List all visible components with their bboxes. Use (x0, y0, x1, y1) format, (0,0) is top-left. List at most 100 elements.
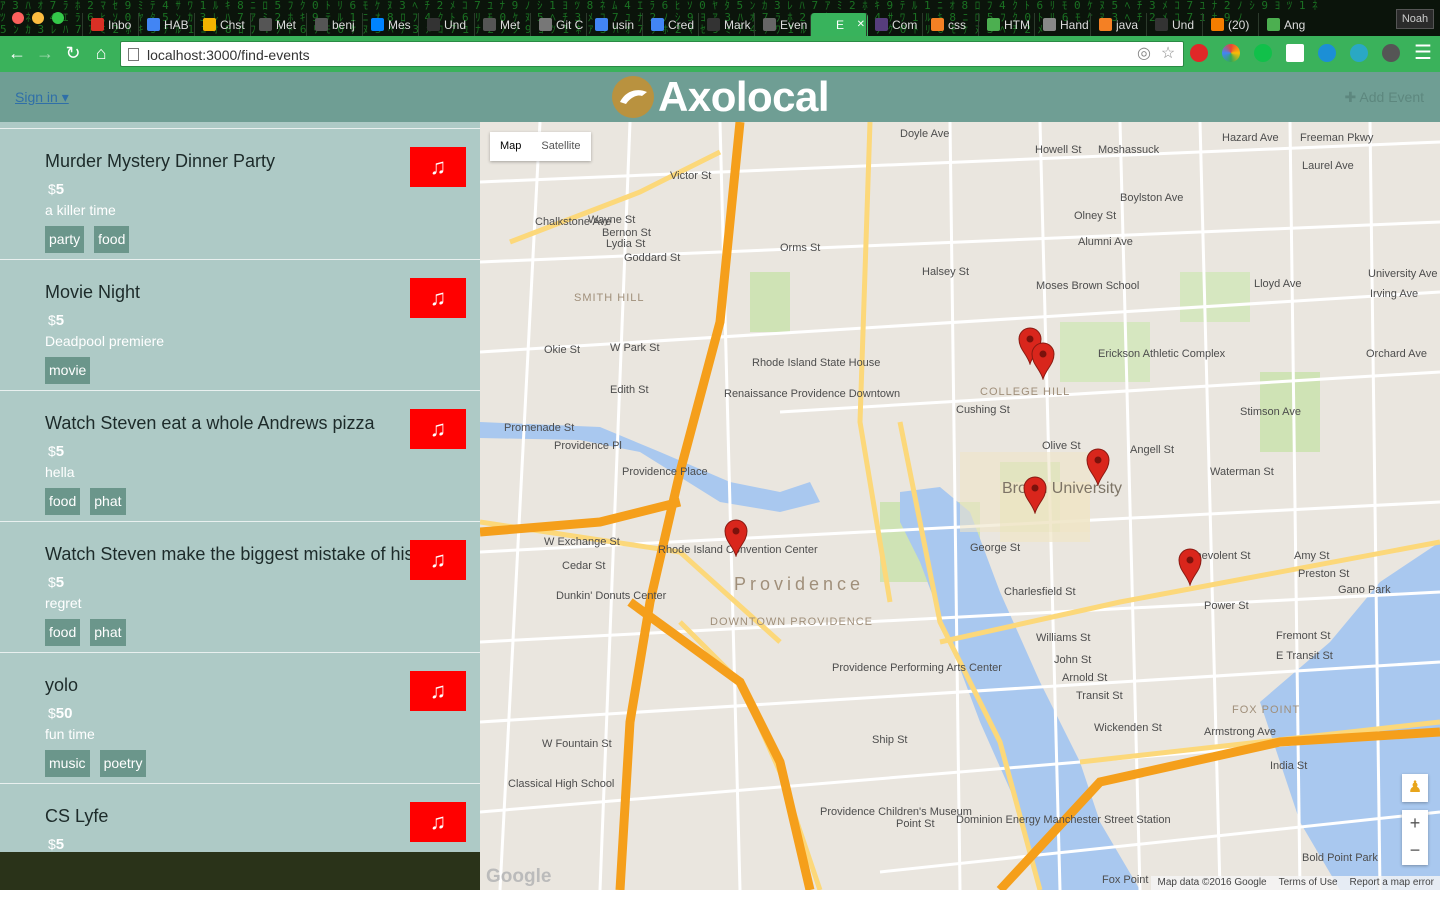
map-marker[interactable] (1023, 476, 1047, 514)
home-icon[interactable]: ⌂ (90, 42, 112, 64)
event-music-button[interactable]: ♫ (410, 540, 466, 580)
reload-icon[interactable]: ↻ (62, 42, 84, 64)
browser-tab[interactable]: Und (1146, 13, 1204, 36)
zoom-in-button[interactable]: + (1402, 810, 1428, 837)
event-card[interactable]: CS Lyfe ♫ $5 (0, 783, 480, 852)
tab-title: benj (332, 17, 355, 32)
sign-in-dropdown[interactable]: Sign in ▾ (15, 89, 69, 106)
event-tag[interactable]: movie (45, 357, 91, 384)
terms-of-use-link[interactable]: Terms of Use (1273, 876, 1344, 890)
event-tag[interactable]: food (45, 488, 81, 515)
browser-tab[interactable]: Mark (698, 13, 756, 36)
report-map-error-link[interactable]: Report a map error (1344, 876, 1440, 890)
event-music-button[interactable]: ♫ (410, 802, 466, 842)
map-label: Lydia St (606, 238, 646, 250)
address-bar[interactable]: localhost:3000/find-events ◎ ☆ (120, 41, 1184, 67)
browser-tab[interactable]: Met (474, 13, 532, 36)
browser-tab[interactable]: Chst (194, 13, 252, 36)
browser-tab[interactable]: Com (866, 13, 924, 36)
event-tag[interactable]: party (45, 226, 85, 253)
location-target-icon[interactable]: ◎ (1135, 45, 1153, 63)
browser-tab[interactable]: E ✕ (810, 13, 868, 36)
browser-tab[interactable]: Inbo (82, 13, 140, 36)
browser-tab[interactable]: HTM (978, 13, 1036, 36)
browser-tab[interactable]: Mes (362, 13, 420, 36)
event-tag[interactable]: poetry (99, 750, 147, 777)
event-tag[interactable]: food (94, 226, 130, 253)
browser-tab[interactable]: java (1090, 13, 1148, 36)
event-title[interactable]: CS Lyfe (45, 806, 415, 827)
tab-title: Cred (668, 17, 695, 32)
browser-tab[interactable]: Und (418, 13, 476, 36)
back-icon[interactable]: ← (6, 42, 28, 64)
add-event-button[interactable]: ✚ Add Event (1345, 89, 1424, 106)
browser-tab[interactable]: (20) (1202, 13, 1260, 36)
event-card[interactable]: Watch Steven eat a whole Andrews pizza ♫ $… (0, 390, 480, 521)
bookmark-star-icon[interactable]: ☆ (1159, 45, 1177, 63)
event-music-button[interactable]: ♫ (410, 278, 466, 318)
tab-favicon-icon (1211, 18, 1224, 31)
browser-tab[interactable]: css (922, 13, 980, 36)
google-logo[interactable]: Google (486, 866, 551, 888)
extension-colorpicker-icon[interactable] (1222, 44, 1240, 62)
map-type-map-button[interactable]: Map (490, 132, 531, 161)
extension-green-icon[interactable] (1254, 44, 1272, 62)
event-title[interactable]: yolo (45, 675, 415, 696)
browser-tab[interactable]: Even (754, 13, 812, 36)
browser-tab[interactable]: HAB (138, 13, 196, 36)
event-card[interactable]: Movie Night ♫ $5 Deadpool premiere movie (0, 259, 480, 390)
browser-tab[interactable]: Met (250, 13, 308, 36)
event-music-button[interactable]: ♫ (410, 671, 466, 711)
event-card[interactable]: Murder Mystery Dinner Party ♫ $5 a killer t… (0, 128, 480, 259)
tab-favicon-icon (651, 18, 664, 31)
map-label: Power St (1204, 600, 1249, 612)
event-music-button[interactable]: ♫ (410, 147, 466, 187)
event-tag[interactable]: music (45, 750, 90, 777)
map-label: John St (1054, 654, 1092, 666)
extension-adblock-icon[interactable] (1190, 44, 1208, 62)
event-card[interactable]: yolo ♫ $50 fun time music poetry (0, 652, 480, 783)
event-tags: food phat (45, 619, 136, 646)
tab-title: java (1116, 17, 1139, 32)
event-title[interactable]: Murder Mystery Dinner Party (45, 151, 415, 172)
map-marker[interactable] (1086, 448, 1110, 486)
map[interactable]: Doyle Ave Howell St Moshassuck Hazard Ave Fr… (480, 122, 1440, 890)
map-type-satellite-button[interactable]: Satellite (531, 132, 590, 161)
forward-icon[interactable]: → (34, 42, 56, 64)
extension-calendar-icon[interactable] (1286, 44, 1304, 62)
pegman-icon[interactable]: ♟ (1402, 774, 1428, 802)
map-marker[interactable] (724, 519, 748, 557)
browser-tab[interactable]: benj (306, 13, 364, 36)
event-title[interactable]: Watch Steven make the biggest mistake of… (45, 544, 415, 565)
browser-tab[interactable]: Ang (1258, 13, 1316, 36)
map-label: Cushing St (956, 404, 1010, 416)
browser-tab[interactable]: Cred (642, 13, 700, 36)
browser-tab[interactable]: Hand (1034, 13, 1092, 36)
extension-pocket-icon[interactable] (1382, 44, 1400, 62)
extension-teal-icon[interactable] (1350, 44, 1368, 62)
profile-button[interactable]: Noah (1396, 9, 1434, 29)
browser-tab[interactable]: usin (586, 13, 644, 36)
tab-close-icon[interactable]: ✕ (857, 19, 865, 30)
event-tag[interactable]: food (45, 619, 81, 646)
map-label: Renaissance Providence Downtown (724, 388, 901, 400)
tab-favicon-icon (483, 18, 496, 31)
window-minimize-button[interactable] (32, 12, 44, 24)
map-label: SMITH HILL (574, 292, 645, 304)
event-title[interactable]: Movie Night (45, 282, 415, 303)
zoom-out-button[interactable]: − (1402, 837, 1428, 864)
map-marker[interactable] (1178, 548, 1202, 586)
map-marker[interactable] (1031, 342, 1055, 380)
extension-blue-icon[interactable] (1318, 44, 1336, 62)
event-title[interactable]: Watch Steven eat a whole Andrews pizza (45, 413, 415, 434)
browser-tab[interactable]: Git C (530, 13, 588, 36)
event-tag[interactable]: phat (90, 488, 126, 515)
menu-icon[interactable]: ☰ (1412, 42, 1434, 64)
event-tag[interactable]: phat (90, 619, 126, 646)
window-close-button[interactable] (12, 12, 24, 24)
window-maximize-button[interactable] (52, 12, 64, 24)
event-music-button[interactable]: ♫ (410, 409, 466, 449)
brand[interactable]: Axolocal (612, 73, 830, 120)
map-label: Erickson Athletic Complex (1098, 348, 1226, 360)
event-card[interactable]: Watch Steven make the biggest mistake of… (0, 521, 480, 652)
